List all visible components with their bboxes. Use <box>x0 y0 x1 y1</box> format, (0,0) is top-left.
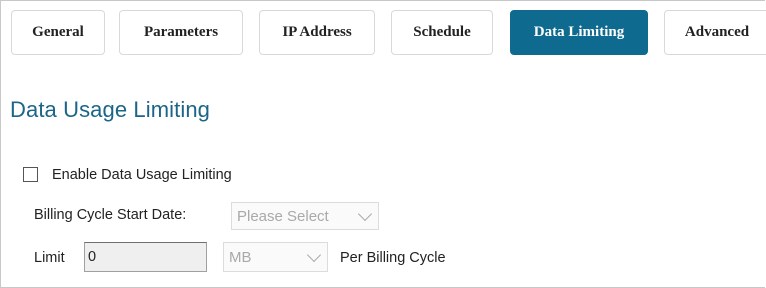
tab-general[interactable]: General <box>11 10 105 55</box>
tab-data-limiting[interactable]: Data Limiting <box>510 10 648 55</box>
limit-unit-select-value: MB <box>229 248 252 266</box>
page-title: Data Usage Limiting <box>10 97 210 122</box>
billing-cycle-label: Billing Cycle Start Date: <box>34 207 187 223</box>
limit-label: Limit <box>34 250 65 266</box>
per-billing-cycle-label: Per Billing Cycle <box>340 250 446 266</box>
tab-ip-address[interactable]: IP Address <box>259 10 375 55</box>
chevron-down-icon <box>306 247 322 263</box>
limit-input[interactable] <box>84 242 207 272</box>
limit-unit-select[interactable]: MB <box>223 242 328 272</box>
tab-schedule[interactable]: Schedule <box>391 10 493 55</box>
billing-cycle-select[interactable]: Please Select <box>231 202 379 230</box>
tab-bar: General Parameters IP Address Schedule D… <box>0 0 766 64</box>
billing-cycle-select-value: Please Select <box>237 207 329 225</box>
enable-limiting-checkbox[interactable] <box>23 167 38 182</box>
tab-advanced[interactable]: Advanced <box>664 10 766 55</box>
chevron-down-icon <box>357 206 373 222</box>
enable-limiting-label[interactable]: Enable Data Usage Limiting <box>52 167 232 183</box>
tab-parameters[interactable]: Parameters <box>119 10 243 55</box>
